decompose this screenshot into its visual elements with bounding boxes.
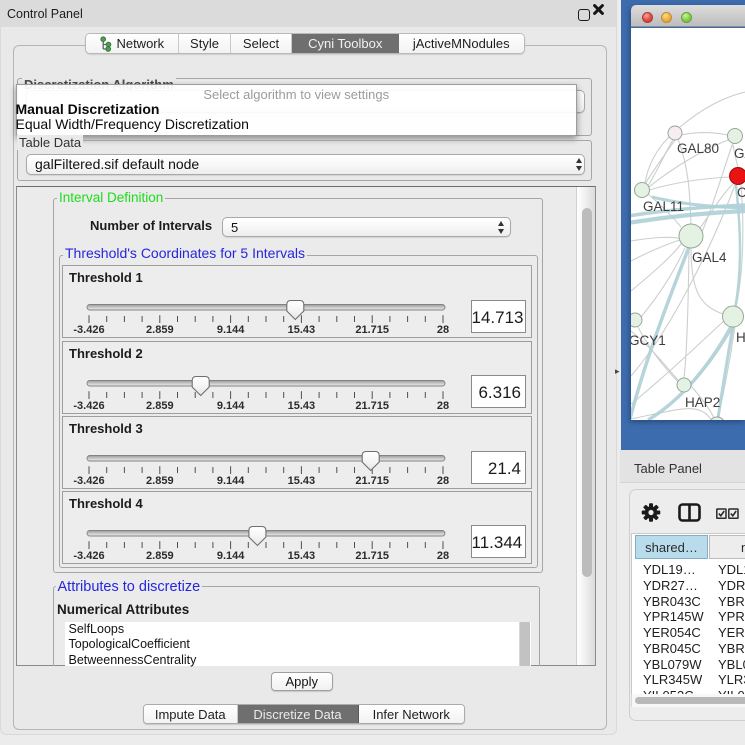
svg-text:-3.426: -3.426 (73, 324, 104, 336)
svg-text:21.715: 21.715 (355, 475, 389, 487)
svg-text:2.859: 2.859 (146, 324, 174, 336)
svg-text:15.43: 15.43 (288, 550, 316, 562)
svg-text:15.43: 15.43 (288, 324, 316, 336)
svg-text:-3.426: -3.426 (73, 550, 104, 562)
svg-text:21.715: 21.715 (355, 324, 389, 336)
svg-text:21.715: 21.715 (355, 550, 389, 562)
svg-text:9.144: 9.144 (217, 475, 245, 487)
svg-text:HAP2: HAP2 (685, 395, 720, 410)
svg-text:9.144: 9.144 (217, 324, 245, 336)
svg-text:15.43: 15.43 (288, 400, 316, 412)
svg-text:-3.426: -3.426 (73, 475, 104, 487)
svg-text:28: 28 (437, 550, 449, 562)
svg-text:2.859: 2.859 (146, 400, 174, 412)
svg-text:9.144: 9.144 (217, 550, 245, 562)
svg-text:GAL4: GAL4 (692, 250, 727, 265)
svg-text:21.715: 21.715 (355, 400, 389, 412)
svg-text:2.859: 2.859 (146, 475, 174, 487)
svg-text:28: 28 (437, 324, 449, 336)
svg-text:15.43: 15.43 (288, 475, 316, 487)
svg-text:28: 28 (437, 400, 449, 412)
svg-text:GCY1: GCY1 (631, 333, 666, 348)
svg-text:9.144: 9.144 (217, 400, 245, 412)
svg-text:GAL80: GAL80 (677, 141, 719, 156)
svg-text:2.859: 2.859 (146, 550, 174, 562)
svg-text:28: 28 (437, 475, 449, 487)
svg-text:GAL: GAL (734, 146, 745, 161)
svg-text:HI: HI (736, 330, 745, 345)
svg-text:-3.426: -3.426 (73, 400, 104, 412)
svg-text:GAL11: GAL11 (643, 199, 684, 214)
svg-text:CY: CY (737, 185, 745, 200)
